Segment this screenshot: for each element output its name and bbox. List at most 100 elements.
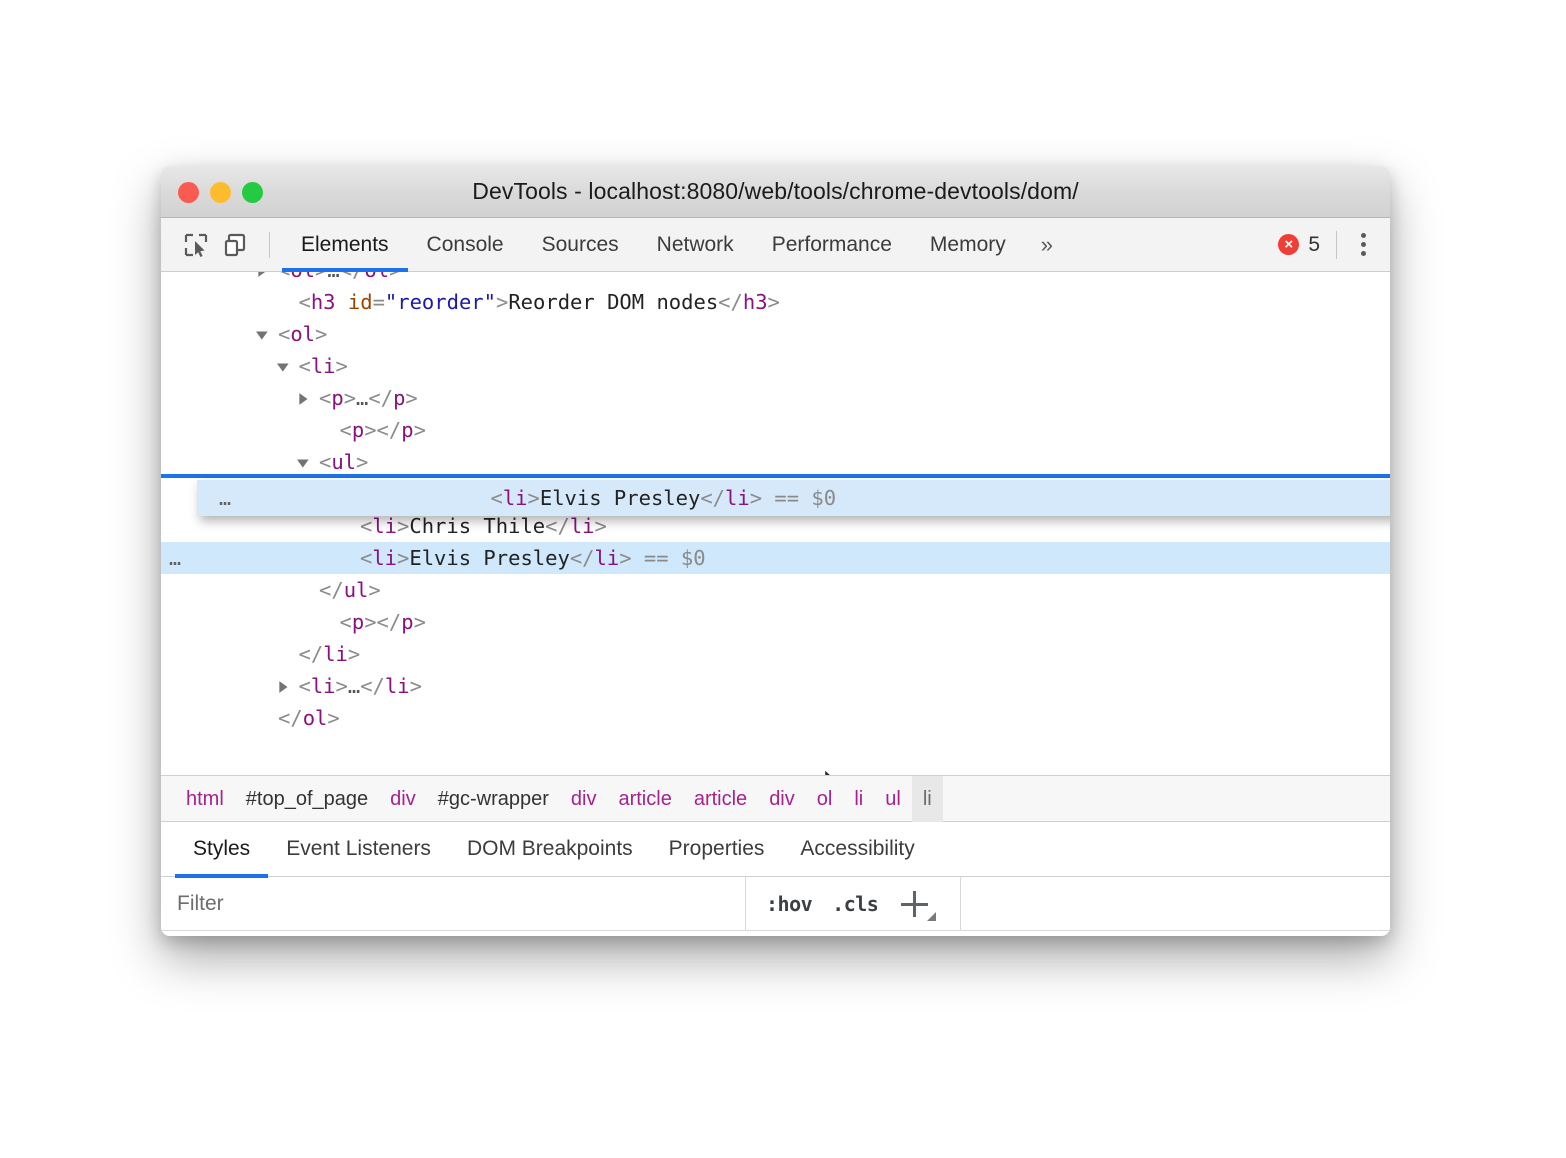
tab-label: Performance: [772, 233, 892, 257]
code-token-brk: >: [364, 418, 376, 442]
tab-performance[interactable]: Performance: [753, 218, 911, 271]
dom-tree-panel[interactable]: <ol>…</ol><h3 id="reorder">Reorder DOM n…: [161, 272, 1390, 776]
hov-toggle-button[interactable]: :hov: [766, 892, 812, 916]
more-options-icon[interactable]: [1351, 233, 1376, 256]
code-token-tag: ol: [303, 706, 328, 730]
sidebar-tab-dom-breakpoints[interactable]: DOM Breakpoints: [449, 822, 651, 877]
dom-node-row[interactable]: </li>: [161, 638, 1390, 670]
code-token-tag: p: [331, 386, 343, 410]
code-token-tag: p: [401, 418, 413, 442]
breadcrumb-item-div[interactable]: div: [758, 776, 806, 822]
sidebar-tab-accessibility[interactable]: Accessibility: [782, 822, 932, 877]
filter-input-wrapper[interactable]: [161, 877, 746, 930]
code-token-brk: <: [299, 354, 311, 378]
tab-memory[interactable]: Memory: [911, 218, 1025, 271]
zoom-button[interactable]: [242, 182, 263, 203]
dom-node-row[interactable]: <li>: [161, 350, 1390, 382]
dom-node-row[interactable]: <ol>: [161, 318, 1390, 350]
code-token-txt: Elvis Presley: [409, 546, 569, 570]
twisty-collapsed-icon[interactable]: [297, 382, 319, 414]
code-token-brk: <: [299, 290, 311, 314]
breadcrumb-item-html[interactable]: html: [175, 776, 235, 822]
dom-node-row[interactable]: <h3 id="reorder">Reorder DOM nodes</h3>: [161, 286, 1390, 318]
breadcrumb-item-li[interactable]: li: [843, 776, 874, 822]
more-tabs-icon[interactable]: »: [1025, 232, 1069, 258]
error-count-badge[interactable]: × 5: [1278, 233, 1336, 257]
code-token-brk: </: [278, 706, 303, 730]
code-token-val: "reorder": [385, 290, 496, 314]
sidebar-tabs: StylesEvent ListenersDOM BreakpointsProp…: [161, 822, 1390, 877]
sidebar-tab-styles[interactable]: Styles: [175, 822, 268, 877]
dom-node-row[interactable]: <p></p>: [161, 414, 1390, 446]
code-token-brk: >: [528, 486, 540, 510]
dom-node-row[interactable]: <ol>…</ol>: [161, 272, 1390, 286]
breadcrumb: html#top_of_pagediv#gc-wrapperdivarticle…: [161, 776, 1390, 822]
arrow-cursor: [821, 766, 855, 776]
breadcrumb-item-gcwrapper[interactable]: #gc-wrapper: [427, 776, 560, 822]
node-ellipsis-badge: …: [219, 480, 233, 516]
filter-input[interactable]: [175, 891, 745, 917]
drop-indicator-line: [161, 474, 1390, 478]
sidebar-tab-event-listeners[interactable]: Event Listeners: [268, 822, 449, 877]
code-token-brk: >: [348, 642, 360, 666]
code-token-brk: >: [356, 450, 368, 474]
minimize-button[interactable]: [210, 182, 231, 203]
tab-sources[interactable]: Sources: [523, 218, 638, 271]
code-token-txt: Reorder DOM nodes: [508, 290, 718, 314]
code-token-tag: li: [311, 674, 336, 698]
tab-network[interactable]: Network: [638, 218, 753, 271]
twisty-expanded-icon[interactable]: [256, 318, 278, 350]
node-ellipsis-badge[interactable]: …: [169, 542, 183, 574]
code-token-attr: id: [348, 290, 373, 314]
code-token-tag: h3: [743, 290, 768, 314]
dom-node-row[interactable]: <li>…</li>: [161, 670, 1390, 702]
dom-node-row[interactable]: </ol>: [161, 702, 1390, 734]
code-token-brk: </: [377, 610, 402, 634]
code-token-tag: li: [311, 354, 336, 378]
devtools-window: DevTools - localhost:8080/web/tools/chro…: [161, 166, 1390, 936]
code-token-brk: </: [340, 272, 365, 282]
dragging-node-chip[interactable]: …<li>Elvis Presley</li> == $0: [197, 480, 1390, 516]
code-token-con: == $0: [632, 546, 706, 570]
breadcrumb-item-ol[interactable]: ol: [806, 776, 844, 822]
tab-console[interactable]: Console: [408, 218, 523, 271]
breadcrumb-item-li[interactable]: li: [912, 776, 943, 822]
sidebar-tab-properties[interactable]: Properties: [651, 822, 783, 877]
breadcrumb-item-topofpage[interactable]: #top_of_page: [235, 776, 379, 822]
device-toolbar-icon[interactable]: [219, 228, 253, 262]
tab-label: Console: [427, 233, 504, 257]
code-token-brk: </: [570, 546, 595, 570]
cls-toggle-button[interactable]: .cls: [832, 892, 878, 916]
breadcrumb-item-ul[interactable]: ul: [874, 776, 912, 822]
code-token-tag: li: [385, 674, 410, 698]
code-token-brk: <: [340, 610, 352, 634]
breadcrumb-item-div[interactable]: div: [560, 776, 608, 822]
dom-node-row-selected[interactable]: …<li>Elvis Presley</li> == $0: [161, 542, 1390, 574]
toolbar-divider-2: [1336, 231, 1337, 259]
code-token-dots: …: [327, 272, 339, 282]
code-token-plain: [336, 290, 348, 314]
breadcrumb-item-article[interactable]: article: [683, 776, 758, 822]
dom-node-row[interactable]: <p></p>: [161, 606, 1390, 638]
code-token-brk: <: [299, 674, 311, 698]
code-token-brk: >: [405, 386, 417, 410]
tab-elements[interactable]: Elements: [282, 218, 408, 271]
styles-filter-bar: :hov .cls: [161, 877, 1390, 931]
close-button[interactable]: [178, 182, 199, 203]
twisty-expanded-icon[interactable]: [277, 350, 299, 382]
inspect-element-icon[interactable]: [179, 228, 213, 262]
breadcrumb-item-div[interactable]: div: [379, 776, 427, 822]
code-token-brk: >: [364, 610, 376, 634]
dom-node-row[interactable]: </ul>: [161, 574, 1390, 606]
dom-node-row[interactable]: <p>…</p>: [161, 382, 1390, 414]
code-token-tag: li: [372, 546, 397, 570]
twisty-collapsed-icon[interactable]: [256, 272, 278, 286]
error-icon: ×: [1278, 234, 1299, 255]
code-token-brk: >: [397, 514, 409, 538]
breadcrumb-item-article[interactable]: article: [607, 776, 682, 822]
twisty-collapsed-icon[interactable]: [277, 670, 299, 702]
plus-icon[interactable]: [898, 887, 932, 921]
window-controls[interactable]: [178, 182, 263, 203]
code-token-brk: >: [368, 578, 380, 602]
code-token-brk: </: [360, 674, 385, 698]
